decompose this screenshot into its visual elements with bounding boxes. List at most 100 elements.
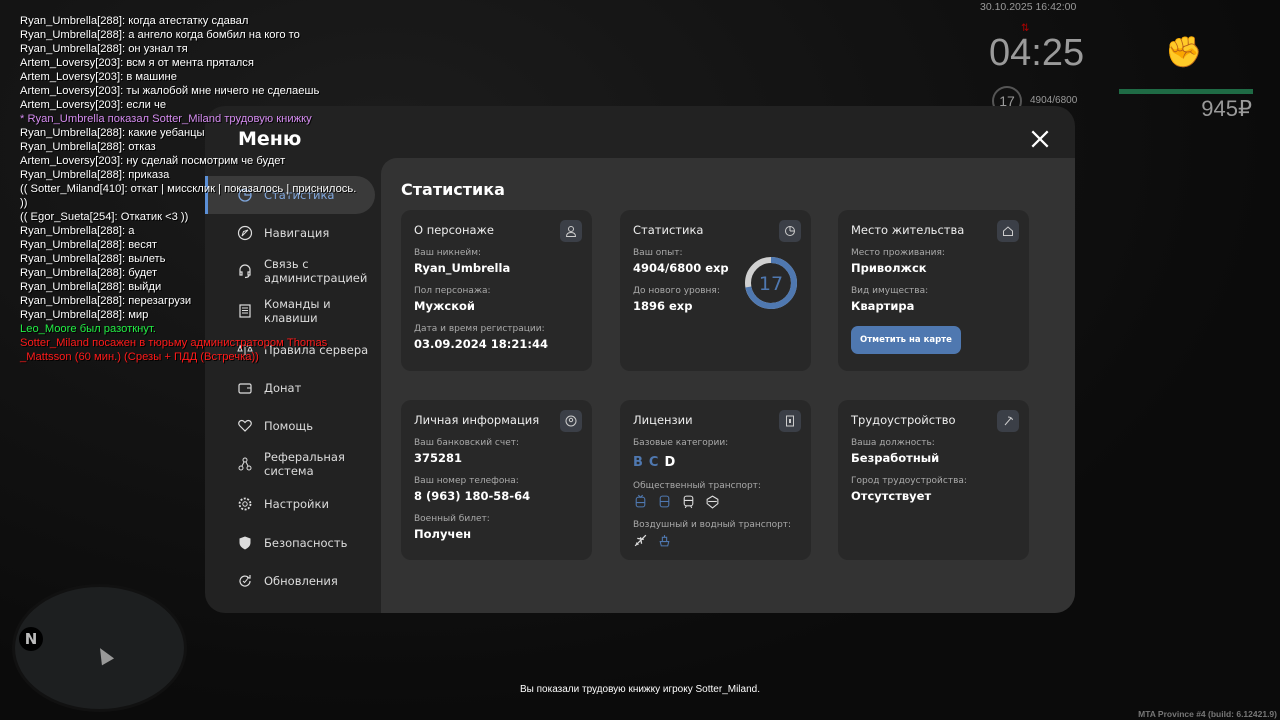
fist-icon: ✊ [1165,36,1203,69]
license-category: C [648,455,659,470]
chat-message: Sotter_Miland посажен в тюрьму администр… [20,337,328,349]
chat-message: Ryan_Umbrella[288]: весят [20,239,158,251]
chat-message: Ryan_Umbrella[288]: мир [20,309,149,321]
license-category: B [633,455,643,470]
card-character: О персонаже Ваш никнейм: Ryan_Umbrella П… [401,210,592,371]
label: Дата и время регистрации: [414,324,545,334]
taxi-icon [706,495,719,509]
mark-on-map-button[interactable]: Отметить на карте [851,326,961,354]
sidebar-item-label: Донат [264,381,302,395]
refresh-icon [239,575,251,587]
nickname-value: Ryan_Umbrella [414,261,511,275]
shield-icon [239,536,251,550]
label: Общественный транспорт: [633,481,761,491]
sidebar-item-label: Обновления [264,574,338,588]
build-info: MTA Province #4 (build: 6.12421.9) [1138,709,1277,719]
health-bar [1119,89,1253,94]
wallet-icon [238,383,252,394]
sidebar-item-network[interactable]: Реферальная система [205,445,375,483]
gear-icon [238,497,252,511]
chat-log: Ryan_Umbrella[288]: когда атестатку сдав… [20,14,356,364]
label: Вид имущества: [851,286,929,296]
label: Ваш номер телефона: [414,476,519,486]
content-panel: Статистика О персонаже Ваш никнейм: Ryan… [381,158,1075,613]
ship-icon [659,535,670,547]
registration-value: 03.09.2024 18:21:44 [414,337,548,351]
chat-message: * Ryan_Umbrella показал Sotter_Miland тр… [20,113,312,125]
phone-value: 8 (963) 180-58-64 [414,489,531,503]
user-icon [560,220,582,242]
id-icon [560,410,582,432]
chat-message: Artem_Loversy[203]: в машине [20,71,177,83]
label: Ваш банковский счет: [414,438,520,448]
sidebar-item-label: Безопасность [264,536,348,550]
hud-clock: 04:25 [989,32,1085,74]
page-title: Статистика [401,180,505,199]
notification: Вы показали трудовую книжку игроку Sotte… [519,684,760,695]
military-value: Получен [414,527,472,541]
train-icon [683,495,694,509]
heart-hands-icon [238,419,252,432]
chat-message: Ryan_Umbrella[288]: перезагрузи [20,295,192,307]
chat-message: Artem_Loversy[203]: всм я от мента прята… [20,57,254,69]
plane-icon [634,534,647,547]
chat-message: (( Sotter_Miland[410]: откат | миссклик … [20,183,357,195]
sidebar-item-shield[interactable]: Безопасность [205,524,375,562]
network-icon [238,457,252,471]
sidebar-item-heart-hands[interactable]: Помощь [205,407,375,445]
chat-message: Ryan_Umbrella[288]: когда атестатку сдав… [20,15,249,27]
card-title: О персонаже [414,223,494,237]
card-residence: Место жительства Место проживания: Приво… [838,210,1029,371]
chat-message: Artem_Loversy[203]: ты жалобой мне ничег… [20,85,320,97]
label: Военный билет: [414,514,490,524]
home-icon [997,220,1019,242]
sidebar-item-gear[interactable]: Настройки [205,485,375,523]
level-value: 17 [759,273,783,295]
bank-value: 375281 [414,451,463,465]
air-water-transport-icons [633,533,798,548]
place-value: Приволжск [851,261,927,275]
property-value: Квартира [851,299,915,313]
sidebar-item-label: Реферальная система [264,450,345,478]
post-value: Безработный [851,451,940,465]
job-city-value: Отсутствует [851,489,932,503]
chat-message: Ryan_Umbrella[288]: отказ [20,141,156,153]
chat-message: Ryan_Umbrella[288]: а ангело когда бомби… [20,29,300,41]
chat-message: Ryan_Umbrella[288]: а [20,225,135,237]
chat-message: Artem_Loversy[203]: если че [20,99,167,111]
label: Базовые категории: [633,438,729,448]
chat-message: Ryan_Umbrella[288]: вылеть [20,253,166,265]
card-title: Место жительства [851,223,965,237]
license-icon [779,410,801,432]
chat-message: _Mattsson (60 мин.) (Срезы + ПДД (Встреч… [20,351,259,363]
level-ring: 17 [745,257,797,309]
card-title: Трудоустройство [851,413,956,427]
card-title: Лицензии [633,413,693,427]
label: Пол персонажа: [414,286,491,296]
chat-message: Ryan_Umbrella[288]: он узнал тя [20,43,188,55]
license-categories: BCD [633,451,798,470]
chat-message: Ryan_Umbrella[288]: какие уебанцы [20,127,205,139]
close-icon[interactable] [1029,128,1051,150]
label: Место проживания: [851,248,945,258]
card-personal: Личная информация Ваш банковский счет: 3… [401,400,592,560]
sidebar-item-wallet[interactable]: Донат [205,369,375,407]
label: Город трудоустройства: [851,476,967,486]
chat-message: Artem_Loversy[203]: ну сделай посмотрим … [20,155,286,167]
pickaxe-icon [997,410,1019,432]
label: Ваш никнейм: [414,248,482,258]
sidebar-item-label: Настройки [264,497,329,511]
chat-message: )) [20,197,28,209]
chat-message: Ryan_Umbrella[288]: выйди [20,281,162,293]
trolleybus-icon [635,494,646,508]
north-icon: N [19,627,43,651]
bus-icon [659,495,670,508]
label: Воздушный и водный транспорт: [633,520,792,530]
card-statistics: Статистика Ваш опыт: 4904/6800 exp До но… [620,210,811,371]
chat-message: Leo_Moore был разоткнут. [20,323,156,335]
chat-message: (( Egor_Sueta[254]: Откатик <3 )) [20,211,189,223]
hud-money: 945₽ [1201,96,1252,121]
chat-message: Ryan_Umbrella[288]: приказа [20,169,170,181]
pie-icon [779,220,801,242]
sidebar-item-refresh[interactable]: Обновления [205,562,375,600]
